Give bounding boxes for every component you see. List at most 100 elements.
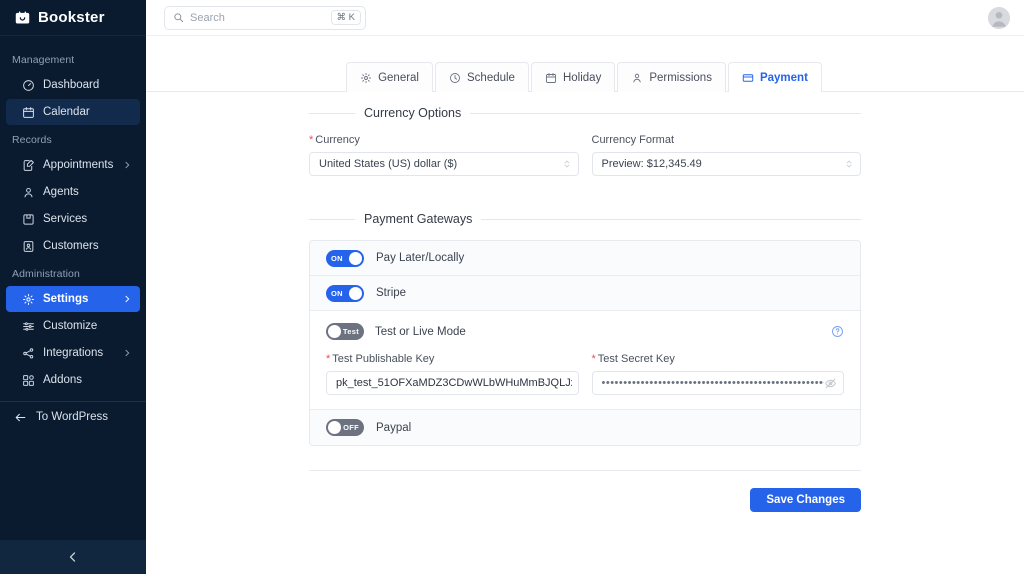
sidebar-item-customize[interactable]: Customize — [6, 313, 140, 339]
toggle-knob — [328, 325, 341, 338]
question-circle-icon[interactable] — [831, 325, 844, 338]
app-root: Bookster Management Dashboard Calendar R… — [0, 0, 1024, 574]
search-box[interactable]: ⌘ K — [164, 5, 366, 30]
gateway-row-paypal: OFF Paypal — [310, 410, 860, 445]
user-icon — [633, 73, 642, 82]
stripe-settings-block: Test Test or Live Mode * Test Publishabl… — [310, 311, 860, 410]
sidebar-item-customers[interactable]: Customers — [6, 233, 140, 259]
settings-tabs: General Schedule Holiday Permissions Pay… — [346, 61, 824, 93]
main-area: ⌘ K General — [146, 0, 1024, 574]
tab-label: Permissions — [649, 71, 712, 84]
eye-slash-icon[interactable] — [824, 377, 837, 390]
gear-icon — [361, 72, 372, 83]
sidebar-item-label: Calendar — [43, 106, 90, 118]
sidebar-item-appointments[interactable]: Appointments — [6, 152, 140, 178]
sidebar-item-services[interactable]: Services — [6, 206, 140, 232]
secret-key-input-wrap[interactable]: ••••••••••••••••••••••••••••••••••••••••… — [591, 371, 844, 395]
legend-rule-left — [309, 218, 355, 220]
search-icon — [174, 13, 184, 23]
required-marker: * — [309, 134, 314, 146]
legend-rule-right — [470, 112, 861, 114]
tab-payment[interactable]: Payment — [727, 62, 822, 93]
panel-inner: Currency Options * Currency United States… — [309, 106, 861, 512]
tab-holiday[interactable]: Holiday — [530, 62, 616, 92]
sidebar-collapse-button[interactable] — [0, 540, 146, 574]
toggle-knob — [349, 251, 362, 265]
sidebar-item-addons[interactable]: Addons — [6, 367, 140, 393]
currency-field: * Currency United States (US) dollar ($) — [309, 134, 579, 176]
payment-gateways-legend: Payment Gateways — [309, 212, 861, 226]
tab-schedule[interactable]: Schedule — [435, 62, 529, 92]
sidebar-item-settings[interactable]: Settings — [6, 286, 140, 312]
user-icon — [24, 187, 33, 197]
brand[interactable]: Bookster — [0, 0, 146, 36]
currency-select[interactable]: United States (US) dollar ($) — [309, 152, 579, 176]
tab-general[interactable]: General — [346, 62, 433, 92]
secret-key-field: * Test Secret Key •••••••••••••••••••••••… — [591, 353, 845, 395]
sidebar-item-agents[interactable]: Agents — [6, 179, 140, 205]
legend-rule-right — [481, 218, 861, 220]
tab-label: Holiday — [562, 71, 602, 84]
chevron-updown-icon — [846, 160, 852, 168]
currency-format-label: Currency Format — [591, 134, 675, 146]
gear-icon — [23, 293, 34, 305]
toggle-paypal[interactable]: OFF — [326, 419, 364, 436]
blocks-icon — [23, 374, 34, 386]
arrow-left-icon — [15, 413, 26, 421]
publishable-key-input-wrap[interactable] — [326, 371, 579, 395]
publishable-key-input[interactable] — [336, 377, 572, 389]
credit-card-icon — [742, 73, 754, 82]
toggle-stripe[interactable]: ON — [326, 284, 364, 302]
currency-value: United States (US) dollar ($) — [319, 158, 458, 170]
payment-gateways-card: ON Pay Later/Locally ON Stripe Test Test… — [309, 240, 861, 446]
user-avatar-icon — [988, 6, 1010, 29]
nav-section-management: Management — [12, 54, 75, 66]
briefcase-smile-icon — [15, 11, 30, 24]
calendar-icon — [546, 72, 556, 83]
sidebar-item-integrations[interactable]: Integrations — [6, 340, 140, 366]
chevron-left-icon — [69, 552, 76, 562]
chevron-updown-icon — [564, 160, 569, 168]
tab-label: Payment — [759, 71, 808, 84]
nav-section-administration: Administration — [12, 268, 80, 280]
tab-label: Schedule — [467, 71, 515, 84]
legend-label: Currency Options — [364, 106, 462, 120]
chevron-right-icon — [125, 349, 130, 357]
to-wordpress-link[interactable]: To WordPress — [0, 402, 146, 432]
secret-key-label-text: Test Secret Key — [597, 353, 675, 365]
sidebar-item-calendar[interactable]: Calendar — [6, 99, 140, 125]
avatar[interactable] — [988, 6, 1010, 29]
toggle-state-label: OFF — [343, 423, 359, 432]
currency-format-field: Currency Format Preview: $12,345.49 — [591, 134, 861, 176]
sidebar-item-label: Dashboard — [43, 79, 100, 91]
sidebar-item-label: Agents — [43, 186, 79, 198]
required-marker: * — [591, 353, 596, 365]
stripe-mode-row: Test Test or Live Mode — [326, 323, 844, 340]
toggle-pay-later[interactable]: ON — [326, 249, 364, 267]
legend-rule-left — [309, 112, 355, 114]
currency-format-select[interactable]: Preview: $12,345.49 — [591, 152, 861, 176]
gateway-label: Paypal — [376, 421, 412, 434]
search-shortcut-badge: ⌘ K — [330, 10, 361, 25]
sidebar-item-label: Customize — [43, 320, 98, 332]
required-marker: * — [326, 353, 331, 365]
legend-label: Payment Gateways — [364, 212, 473, 226]
calendar-icon — [23, 106, 34, 118]
secret-key-label: * Test Secret Key — [592, 353, 845, 365]
form-actions: Save Changes — [309, 471, 861, 512]
publishable-key-label-text: Test Publishable Key — [332, 353, 435, 365]
topbar: ⌘ K — [146, 0, 1024, 36]
save-changes-button[interactable]: Save Changes — [750, 488, 861, 512]
chevron-right-icon — [125, 295, 130, 303]
sidebar: Bookster Management Dashboard Calendar R… — [0, 0, 146, 574]
search-input[interactable] — [190, 11, 325, 24]
toggle-knob — [328, 421, 341, 434]
toggle-test-live-mode[interactable]: Test — [326, 323, 364, 340]
sidebar-item-label: Services — [43, 213, 88, 225]
sidebar-item-dashboard[interactable]: Dashboard — [6, 72, 140, 98]
tab-permissions[interactable]: Permissions — [617, 62, 726, 92]
publishable-key-field: * Test Publishable Key — [326, 353, 579, 395]
sidebar-item-label: Integrations — [43, 347, 104, 359]
currency-fields: * Currency United States (US) dollar ($) … — [309, 134, 861, 176]
sidebar-item-label: Customers — [43, 240, 99, 252]
